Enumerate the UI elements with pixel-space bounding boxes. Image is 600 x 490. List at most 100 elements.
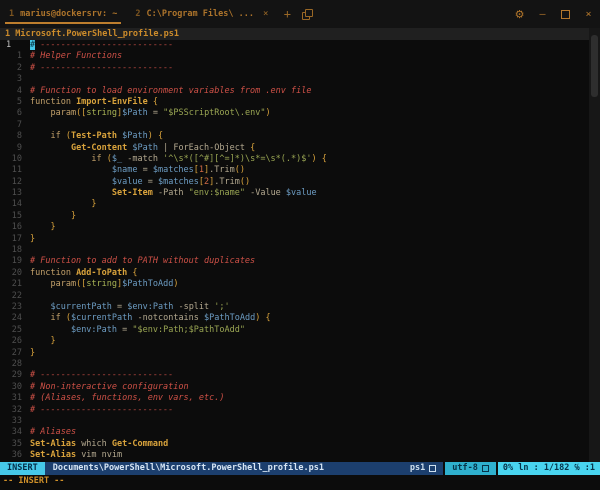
maximize-button[interactable]	[554, 0, 577, 28]
new-tab-button[interactable]: +	[277, 0, 297, 28]
terminal-tab-2[interactable]: 2 C:\Program Files\ ... ×	[126, 0, 277, 28]
code-text: if (Test-Path $Path) {	[30, 131, 163, 142]
line-number: 35	[6, 439, 22, 450]
mode-indicator: INSERT	[0, 462, 45, 475]
code-text: # Function to add to PATH without duplic…	[30, 256, 255, 267]
code-token: # --------------------------	[30, 63, 173, 73]
code-token: "$env:Path;$PathToAdd"	[132, 325, 245, 335]
code-line: 30# Non-interactive configuration	[6, 382, 600, 393]
scrollbar-thumb[interactable]	[591, 35, 598, 97]
code-token: $_	[112, 154, 127, 164]
line-number: 6	[6, 108, 22, 119]
code-token: =	[137, 165, 152, 175]
filetype-segment: ps1	[403, 462, 443, 475]
code-token: ([	[76, 279, 86, 289]
code-buffer[interactable]: 1# --------------------------1# Helper F…	[0, 40, 600, 461]
code-token: )	[148, 131, 158, 141]
vim-statusline: INSERT Documents\PowerShell\Microsoft.Po…	[0, 462, 600, 475]
line-number: 36	[6, 450, 22, 461]
code-token: }	[30, 234, 35, 244]
line-number: 1	[6, 40, 22, 51]
code-token: Set-Alias	[30, 450, 81, 460]
code-token: '^\s*([^#][^=]*)\s*=\s*(.*)$'	[163, 154, 311, 164]
code-token: -Path	[158, 188, 189, 198]
close-window-button[interactable]: ×	[577, 0, 600, 28]
code-text: # --------------------------	[30, 40, 173, 51]
code-text: param([string]$Path = "$PSScriptRoot\.en…	[30, 108, 271, 119]
line-number: 28	[6, 359, 22, 370]
code-token: which	[81, 439, 112, 449]
code-text: }	[30, 234, 35, 245]
code-line: 20function Add-ToPath {	[6, 268, 600, 279]
line-number: 30	[6, 382, 22, 393]
code-token: .Trim	[209, 165, 235, 175]
encoding-label: utf-8	[452, 462, 478, 475]
code-token: param	[50, 108, 76, 118]
filetype-icon	[429, 465, 436, 472]
code-text: function Import-EnvFile {	[30, 97, 158, 108]
code-token: --------------------------	[35, 40, 173, 50]
code-token: $PathToAdd	[122, 279, 173, 289]
tab-title: marius@dockersrv: ~	[20, 9, 117, 19]
settings-gear-icon[interactable]: ⚙	[508, 0, 531, 28]
code-text: Set-Item -Path "env:$name" -Value $value	[30, 188, 317, 199]
code-line: 17}	[6, 234, 600, 245]
command-line[interactable]: -- INSERT --	[3, 475, 64, 487]
code-line: 16 }	[6, 222, 600, 233]
code-token: # Function to add to PATH without duplic…	[30, 256, 255, 266]
minimize-button[interactable]: —	[531, 0, 554, 28]
code-token: $matches	[158, 177, 199, 187]
code-line: 31# (Aliases, functions, env vars, etc.)	[6, 393, 600, 404]
code-token: Get-Content	[71, 143, 132, 153]
code-token: function	[30, 97, 76, 107]
code-token	[30, 199, 91, 209]
code-text: }	[30, 222, 56, 233]
file-path: Documents\PowerShell\Microsoft.PowerShel…	[45, 462, 403, 475]
code-token: -split	[178, 302, 214, 312]
code-line: 28	[6, 359, 600, 370]
code-token	[30, 188, 112, 198]
code-text: # Function to load environment variables…	[30, 86, 311, 97]
code-token	[30, 325, 71, 335]
line-number: 7	[6, 120, 22, 131]
copy-icon[interactable]	[297, 0, 317, 28]
code-text: $env:Path = "$env:Path;$PathToAdd"	[30, 325, 245, 336]
cursor-position: 0% ln : 1/182 ℅ :1	[498, 462, 600, 475]
code-token: -Value	[250, 188, 286, 198]
code-text: if ($currentPath -notcontains $PathToAdd…	[30, 313, 271, 324]
line-number: 29	[6, 370, 22, 381]
code-token: )	[255, 313, 265, 323]
code-token	[30, 165, 112, 175]
close-tab-icon[interactable]: ×	[263, 9, 268, 19]
code-token: ([	[76, 108, 86, 118]
code-text: Set-Alias which Get-Command	[30, 439, 168, 450]
line-number: 26	[6, 336, 22, 347]
code-token: # Function to load environment variables…	[30, 86, 311, 96]
vim-tabline[interactable]: 1 Microsoft.PowerShell_profile.ps1	[0, 28, 600, 40]
code-token: vim nvim	[81, 450, 122, 460]
terminal-tab-1[interactable]: 1 marius@dockersrv: ~	[0, 0, 126, 28]
code-token: Set-Item	[112, 188, 158, 198]
code-token	[30, 177, 112, 187]
code-line: 22	[6, 291, 600, 302]
code-text: # --------------------------	[30, 405, 173, 416]
code-token: if	[91, 154, 106, 164]
code-token: }	[71, 211, 76, 221]
code-token: Import-EnvFile	[76, 97, 153, 107]
code-token: =	[117, 325, 132, 335]
code-token: {	[153, 97, 158, 107]
code-token	[30, 154, 91, 164]
line-number: 2	[6, 63, 22, 74]
scrollbar[interactable]	[589, 28, 600, 462]
code-token	[30, 302, 50, 312]
code-text: if ($_ -match '^\s*([^#][^=]*)\s*=\s*(.*…	[30, 154, 327, 165]
maximize-icon	[561, 10, 570, 19]
line-number: 31	[6, 393, 22, 404]
code-token: if	[50, 131, 65, 141]
code-text: # Helper Functions	[30, 51, 122, 62]
tab-title: C:\Program Files\ ...	[146, 9, 253, 19]
line-number: 19	[6, 256, 22, 267]
code-line: 19 # Function to add to PATH without dupl…	[6, 256, 600, 267]
code-text: }	[30, 336, 56, 347]
code-line: 29# --------------------------	[6, 370, 600, 381]
